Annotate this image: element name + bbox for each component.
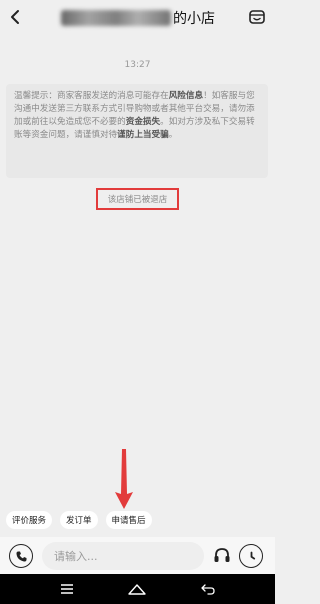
notice-bold-1: 风险信息 — [168, 91, 204, 101]
phone-button[interactable] — [9, 544, 33, 568]
nav-home-button[interactable] — [125, 579, 149, 599]
phone-icon — [15, 551, 26, 562]
rate-service-button[interactable]: 评价服务 — [6, 511, 53, 529]
notice-bold-2: 资金损失 — [125, 117, 161, 127]
back-button[interactable] — [4, 6, 26, 28]
send-order-button[interactable]: 发订单 — [60, 511, 98, 529]
notice-text-4: 。 — [168, 130, 178, 140]
message-input[interactable]: 请输入... — [42, 542, 204, 570]
headset-icon — [214, 548, 230, 562]
back-icon — [201, 584, 215, 595]
history-button[interactable] — [239, 544, 263, 568]
nav-menu-button[interactable] — [55, 579, 79, 599]
chevron-left-icon — [11, 10, 19, 24]
message-time: 13:27 — [124, 60, 151, 70]
clock-icon — [250, 551, 255, 559]
menu-icon — [61, 584, 73, 594]
system-notice: 温馨提示：商家客服发送的消息可能存在风险信息！如客服与您沟通中发送第三方联系方式… — [6, 84, 268, 178]
message-input-placeholder: 请输入... — [54, 550, 98, 563]
customer-service-button[interactable] — [212, 545, 232, 567]
home-icon — [128, 584, 146, 595]
after-sales-button[interactable]: 申请售后 — [105, 511, 152, 529]
quick-actions: 评价服务 发订单 申请售后 — [6, 511, 152, 529]
shop-closed-text: 该店铺已被退店 — [107, 195, 168, 205]
input-bar: 请输入... — [0, 537, 275, 574]
nav-back-button[interactable] — [196, 579, 220, 599]
shop-title: 的小店 — [48, 7, 228, 29]
system-navbar — [0, 574, 275, 604]
redacted-title-part — [61, 10, 171, 26]
notice-text-1: 温馨提示：商家客服发送的消息可能存在 — [14, 91, 169, 101]
chat-header: 的小店 — [0, 0, 275, 38]
annotation-arrow-icon — [115, 449, 133, 509]
shop-closed-label: 该店铺已被退店 — [96, 188, 179, 210]
notice-bold-3: 谨防上当受骗 — [117, 130, 169, 140]
shop-icon — [249, 10, 265, 24]
shop-button[interactable] — [246, 6, 268, 28]
shop-title-text: 的小店 — [173, 11, 215, 27]
